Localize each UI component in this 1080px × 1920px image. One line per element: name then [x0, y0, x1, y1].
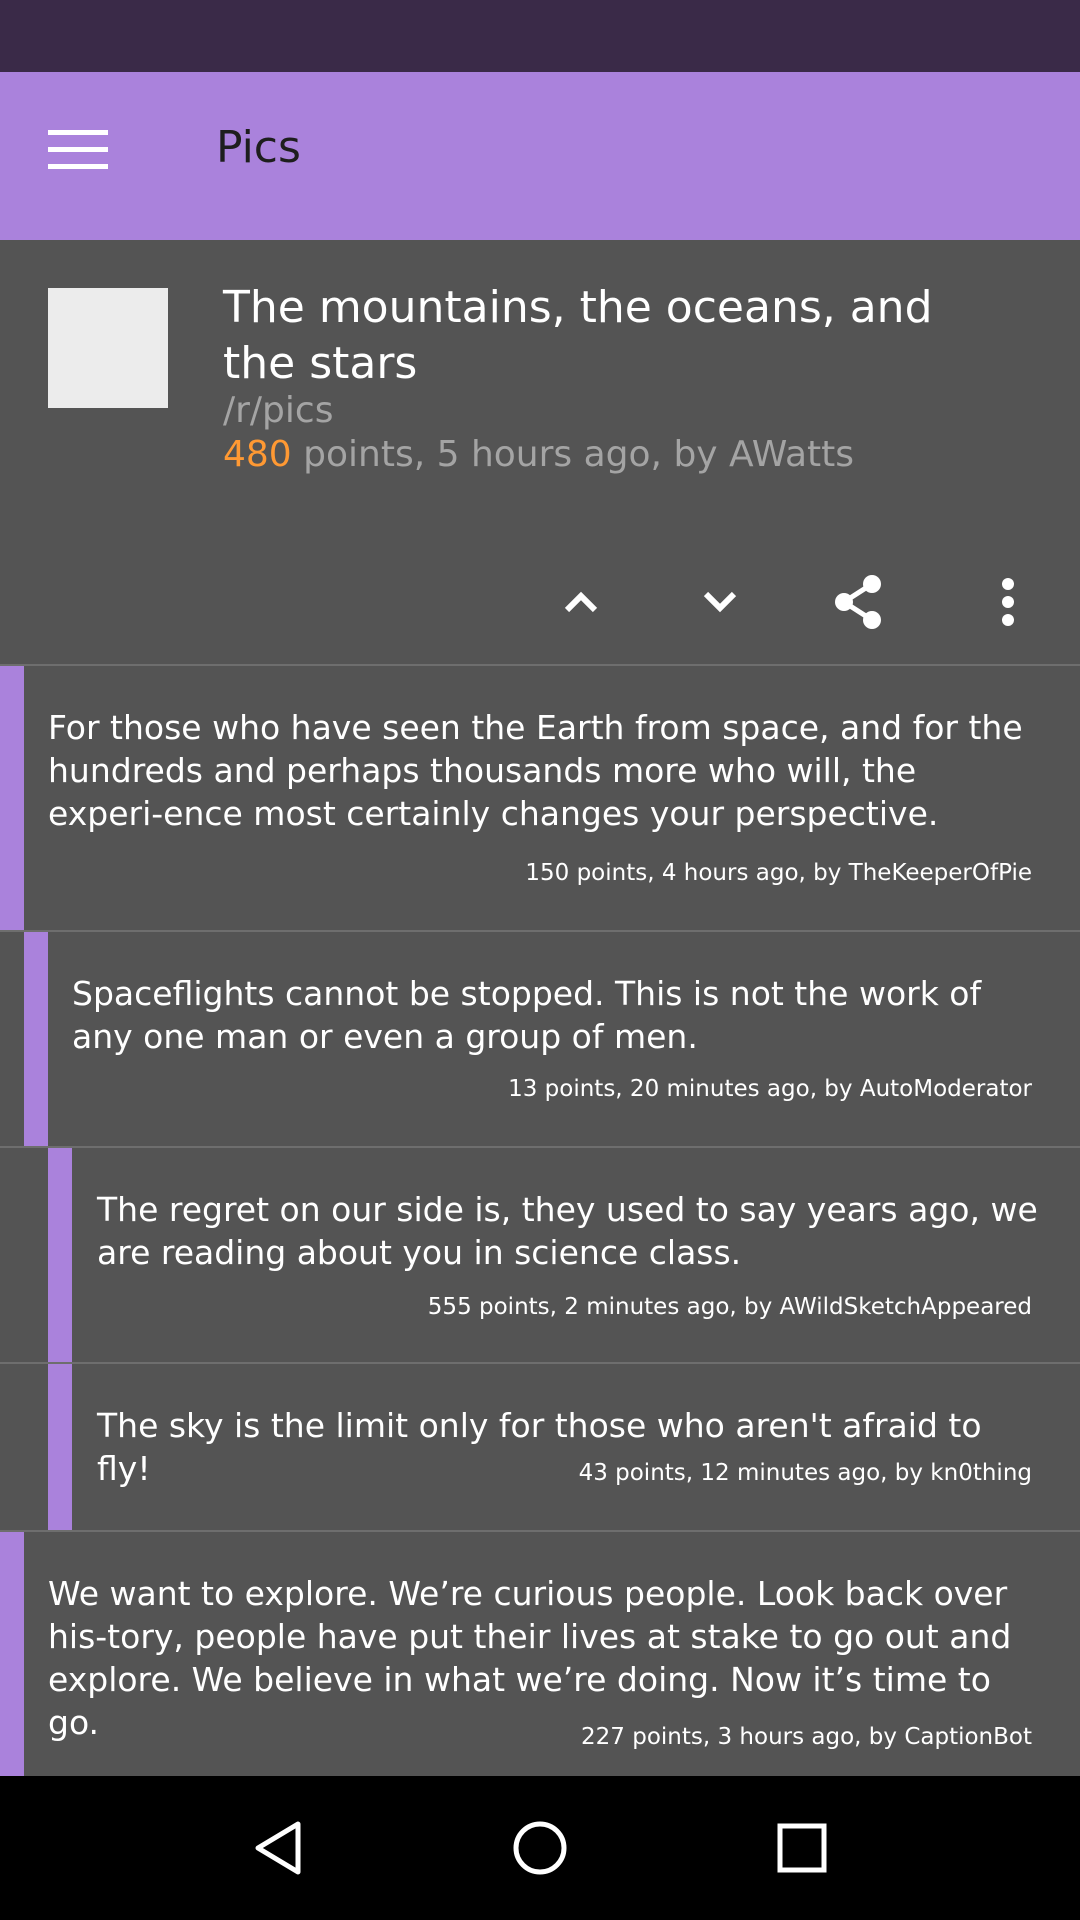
upvote-icon[interactable] — [549, 570, 613, 634]
post-title[interactable]: The mountains, the oceans, and the stars — [223, 280, 943, 392]
post-subreddit[interactable]: /r/pics — [223, 390, 333, 431]
comment-meta: 43 points, 12 minutes ago, by kn0thing — [578, 1460, 1032, 1486]
comment-meta: 150 points, 4 hours ago, by TheKeeperOfP… — [525, 860, 1032, 886]
comment[interactable]: We want to explore. We’re curious people… — [0, 1532, 1080, 1776]
more-vertical-icon[interactable] — [976, 570, 1040, 634]
share-icon[interactable] — [826, 570, 890, 634]
downvote-icon[interactable] — [688, 570, 752, 634]
comment[interactable]: The regret on our side is, they used to … — [0, 1148, 1080, 1364]
comment-depth-bar — [48, 1364, 72, 1530]
post-meta: 480 points, 5 hours ago, by AWatts — [223, 434, 854, 475]
app-title: Pics — [216, 122, 301, 173]
comment-meta: 227 points, 3 hours ago, by CaptionBot — [581, 1724, 1032, 1750]
comment-depth-bar — [48, 1148, 72, 1362]
comment-depth-bar — [0, 932, 24, 1146]
comment[interactable]: Spaceflights cannot be stopped. This is … — [0, 932, 1080, 1148]
comment-meta: 555 points, 2 minutes ago, by AWildSketc… — [427, 1294, 1032, 1320]
home-icon[interactable] — [508, 1816, 572, 1880]
comment-meta: 13 points, 20 minutes ago, by AutoModera… — [508, 1076, 1032, 1102]
comment-depth-bar — [0, 666, 24, 930]
comment[interactable]: For those who have seen the Earth from s… — [0, 666, 1080, 932]
comment-body: For those who have seen the Earth from s… — [48, 708, 1023, 833]
comment-body: We want to explore. We’re curious people… — [48, 1574, 1012, 1742]
back-icon[interactable] — [248, 1816, 312, 1880]
menu-icon[interactable] — [48, 130, 108, 180]
app-bar: Pics — [0, 72, 1080, 240]
comment-body: Spaceflights cannot be stopped. This is … — [72, 974, 982, 1056]
comment[interactable]: The sky is the limit only for those who … — [0, 1364, 1080, 1532]
post-thumbnail[interactable] — [48, 288, 168, 408]
navigation-bar — [0, 1776, 1080, 1920]
post-meta-text: points, 5 hours ago, by AWatts — [291, 434, 855, 475]
recents-icon[interactable] — [770, 1816, 834, 1880]
comment-body: The regret on our side is, they used to … — [97, 1190, 1038, 1272]
post-header: The mountains, the oceans, and the stars… — [0, 240, 1080, 666]
post-points: 480 — [223, 434, 292, 475]
status-bar — [0, 0, 1080, 72]
comment-depth-bar — [24, 932, 48, 1146]
comment-depth-bar — [0, 1532, 24, 1776]
